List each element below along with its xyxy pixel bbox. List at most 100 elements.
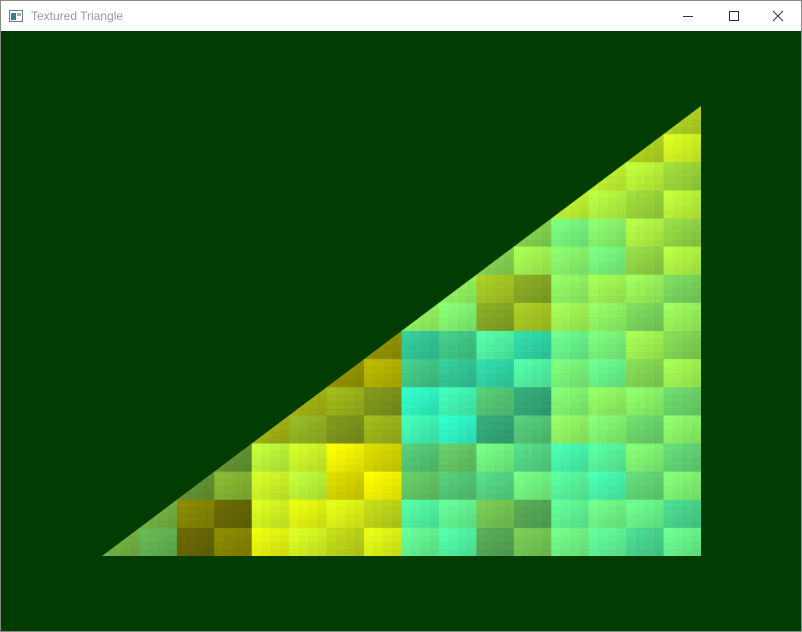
texture-cell <box>298 457 309 466</box>
texture-cell <box>420 541 431 550</box>
texture-cell <box>495 345 506 353</box>
texture-cell <box>373 478 384 487</box>
texture-cell <box>560 323 571 332</box>
texture-cell <box>495 246 506 255</box>
texture-cell <box>588 359 599 367</box>
render-canvas[interactable] <box>1 31 801 631</box>
texture-cell <box>476 366 487 374</box>
texture-cell <box>598 492 609 501</box>
texture-cell <box>504 534 515 543</box>
texture-cell <box>373 387 384 395</box>
texture-cell <box>279 443 290 452</box>
close-button[interactable] <box>755 1 801 31</box>
texture-cell <box>569 309 580 318</box>
texture-cell <box>541 338 552 346</box>
texture-cell <box>588 183 599 191</box>
texture-cell <box>467 352 477 360</box>
texture-cell <box>298 415 309 424</box>
texture-cell <box>457 429 468 438</box>
texture-cell <box>373 513 384 522</box>
texture-cell <box>588 394 599 402</box>
texture-cell <box>354 436 365 445</box>
texture-cell <box>551 513 562 522</box>
texture-cell <box>317 527 328 536</box>
title-bar[interactable]: Textured Triangle <box>1 1 801 31</box>
texture-cell <box>541 359 552 367</box>
texture-cell <box>616 197 627 206</box>
texture-cell <box>176 534 187 543</box>
texture-cell <box>298 422 309 431</box>
texture-cell <box>495 239 506 248</box>
texture-cell <box>223 548 234 556</box>
texture-cell <box>569 457 580 466</box>
texture-cell <box>495 436 506 445</box>
texture-cell <box>607 436 618 445</box>
texture-cell <box>242 429 253 438</box>
texture-cell <box>513 246 524 255</box>
texture-cell <box>467 415 477 424</box>
texture-cell <box>364 345 375 353</box>
texture-cell <box>495 338 506 346</box>
minimize-button[interactable] <box>665 1 711 31</box>
texture-cell <box>485 471 496 480</box>
texture-cell <box>504 457 515 466</box>
texture-cell <box>448 527 459 536</box>
texture-cell <box>485 387 496 395</box>
texture-cell <box>335 408 346 416</box>
texture-cell <box>569 183 580 191</box>
texture-cell <box>429 288 440 297</box>
maximize-button[interactable] <box>711 1 757 31</box>
texture-cell <box>120 520 131 529</box>
texture-cell <box>607 492 618 501</box>
texture-cell <box>429 478 440 487</box>
texture-cell <box>598 520 609 529</box>
texture-cell <box>654 309 665 318</box>
texture-cell <box>682 387 693 395</box>
texture-cell <box>485 499 496 508</box>
texture-cell <box>345 499 356 508</box>
texture-cell <box>476 534 487 543</box>
texture-cell <box>598 323 609 332</box>
texture-cell <box>364 464 375 473</box>
texture-cell <box>626 520 637 529</box>
texture-cell <box>635 134 646 142</box>
texture-cell <box>307 457 318 466</box>
texture-cell <box>476 527 487 536</box>
texture-cell <box>682 134 693 142</box>
texture-cell <box>195 478 206 487</box>
texture-cell <box>523 541 534 550</box>
texture-cell <box>195 485 206 494</box>
texture-cell <box>495 302 506 311</box>
texture-cell <box>672 218 683 227</box>
texture-cell <box>214 506 225 515</box>
texture-cell <box>513 527 524 536</box>
texture-cell <box>644 141 655 149</box>
texture-cell <box>682 218 693 227</box>
texture-cell <box>158 534 169 543</box>
texture-cell <box>635 338 646 346</box>
texture-cell <box>476 281 487 290</box>
texture-cell <box>261 478 272 487</box>
window-app-icon[interactable] <box>9 9 23 22</box>
texture-cell <box>214 548 225 556</box>
texture-cell <box>691 260 701 269</box>
texture-cell <box>223 450 234 459</box>
texture-cell <box>148 534 159 543</box>
texture-cell <box>289 478 300 487</box>
texture-cell <box>382 548 393 556</box>
texture-cell <box>429 450 440 459</box>
texture-cell <box>317 450 328 459</box>
texture-cell <box>438 323 449 332</box>
texture-cell <box>495 422 506 431</box>
texture-cell <box>607 260 618 269</box>
texture-cell <box>298 534 309 543</box>
texture-cell <box>176 492 187 501</box>
texture-cell <box>569 274 580 283</box>
texture-cell <box>654 373 665 381</box>
texture-cell <box>607 527 618 536</box>
texture-cell <box>644 534 655 543</box>
texture-cell <box>654 204 665 213</box>
texture-cell <box>523 485 534 494</box>
texture-cell <box>401 506 412 515</box>
texture-cell <box>251 520 262 529</box>
